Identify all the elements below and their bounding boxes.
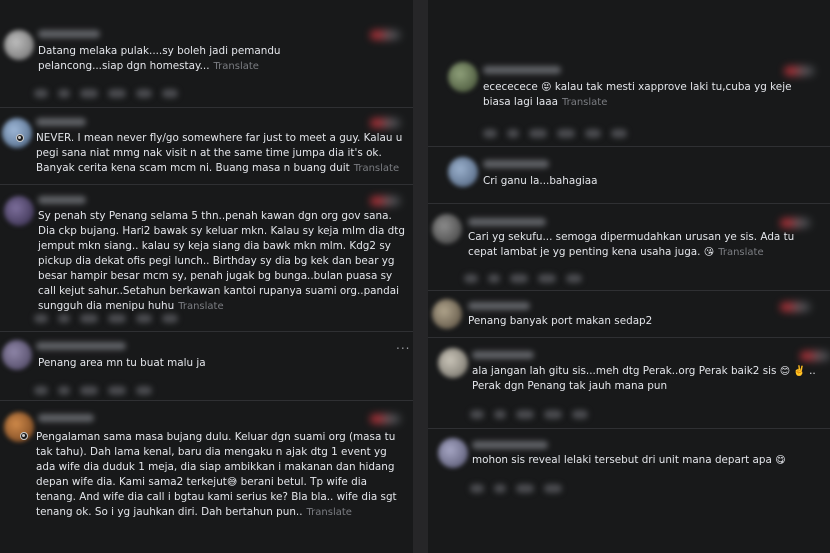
comment-text: NEVER. I mean never fly/go somewhere far… xyxy=(36,132,403,174)
divider xyxy=(428,337,830,338)
divider xyxy=(0,400,413,401)
comment-text: Datang melaka pulak....sy boleh jadi pem… xyxy=(38,45,281,72)
comment-actions[interactable] xyxy=(470,404,598,419)
comment-text: Penang banyak port makan sedap2 xyxy=(468,315,653,327)
comment-text: Sy penah sty Penang selama 5 thn..penah … xyxy=(38,210,405,312)
reaction-badge[interactable] xyxy=(370,196,392,206)
left-comments-panel: Datang melaka pulak....sy boleh jadi pem… xyxy=(0,0,413,553)
divider xyxy=(0,184,413,185)
avatar[interactable] xyxy=(432,299,462,329)
reaction-badge[interactable] xyxy=(370,414,392,424)
divider xyxy=(0,331,413,332)
divider xyxy=(0,107,413,108)
reaction-badge[interactable] xyxy=(370,30,392,40)
commenter-name[interactable] xyxy=(468,302,530,310)
commenter-name[interactable] xyxy=(36,118,86,126)
avatar[interactable] xyxy=(448,62,478,92)
reaction-badge[interactable] xyxy=(784,66,806,76)
reaction-badge[interactable] xyxy=(370,118,392,128)
divider xyxy=(428,146,830,147)
avatar[interactable] xyxy=(438,438,468,468)
translate-link[interactable]: Translate xyxy=(718,247,763,258)
comment-text: ala jangan lah gitu sis...meh dtg Perak.… xyxy=(472,365,816,392)
translate-link[interactable]: Translate xyxy=(354,163,399,174)
avatar[interactable] xyxy=(4,412,34,442)
divider xyxy=(428,203,830,204)
emoji: 😋 xyxy=(775,455,786,466)
reaction-badge[interactable] xyxy=(780,218,802,228)
comment-text: Cri ganu la...bahagiaa xyxy=(483,175,598,187)
avatar[interactable] xyxy=(4,196,34,226)
avatar[interactable] xyxy=(432,214,462,244)
comment-actions[interactable] xyxy=(470,478,572,493)
commenter-name[interactable] xyxy=(38,414,94,422)
emoji: 😘 xyxy=(703,247,715,258)
comment-text: Penang area mn tu buat malu ja xyxy=(38,357,206,369)
verified-icon xyxy=(16,134,24,142)
comment-actions[interactable] xyxy=(34,380,162,395)
translate-link[interactable]: Translate xyxy=(562,97,607,108)
comment-text: ececececе 😝 kalau tak mesti xapprove lak… xyxy=(483,81,792,108)
divider xyxy=(428,428,830,429)
more-options-icon[interactable]: ... xyxy=(396,338,410,352)
avatar[interactable] xyxy=(448,157,478,187)
comment-actions[interactable] xyxy=(464,268,592,283)
right-comments-panel: ececececе 😝 kalau tak mesti xapprove lak… xyxy=(428,0,830,553)
emoji: 😅 xyxy=(226,477,238,488)
translate-link[interactable]: Translate xyxy=(307,507,352,518)
comment-text: Pengalaman sama masa bujang dulu. Keluar… xyxy=(36,431,397,518)
emoji: 😊 ✌️ xyxy=(779,366,806,377)
comment-text: mohon sis reveal lelaki tersebut dri uni… xyxy=(472,454,786,466)
commenter-name[interactable] xyxy=(483,66,561,74)
avatar[interactable] xyxy=(2,118,32,148)
commenter-name[interactable] xyxy=(483,160,549,168)
translate-link[interactable]: Translate xyxy=(214,61,259,72)
commenter-name[interactable] xyxy=(36,342,126,350)
commenter-name[interactable] xyxy=(38,30,100,38)
panel-gap xyxy=(413,0,428,553)
avatar[interactable] xyxy=(4,30,34,60)
comment-text: Cari yg sekufu... semoga dipermudahkan u… xyxy=(468,231,795,258)
commenter-name[interactable] xyxy=(468,218,546,226)
comment-actions[interactable] xyxy=(34,83,188,98)
emoji: 😝 xyxy=(541,82,552,93)
comment-actions[interactable] xyxy=(34,308,188,323)
avatar[interactable] xyxy=(2,340,32,370)
reaction-badge[interactable] xyxy=(800,351,822,361)
commenter-name[interactable] xyxy=(38,196,86,204)
commenter-name[interactable] xyxy=(472,441,548,449)
avatar[interactable] xyxy=(438,348,468,378)
commenter-name[interactable] xyxy=(472,351,534,359)
reaction-badge[interactable] xyxy=(780,302,802,312)
divider xyxy=(428,290,830,291)
verified-icon xyxy=(20,432,28,440)
comment-actions[interactable] xyxy=(483,123,637,138)
